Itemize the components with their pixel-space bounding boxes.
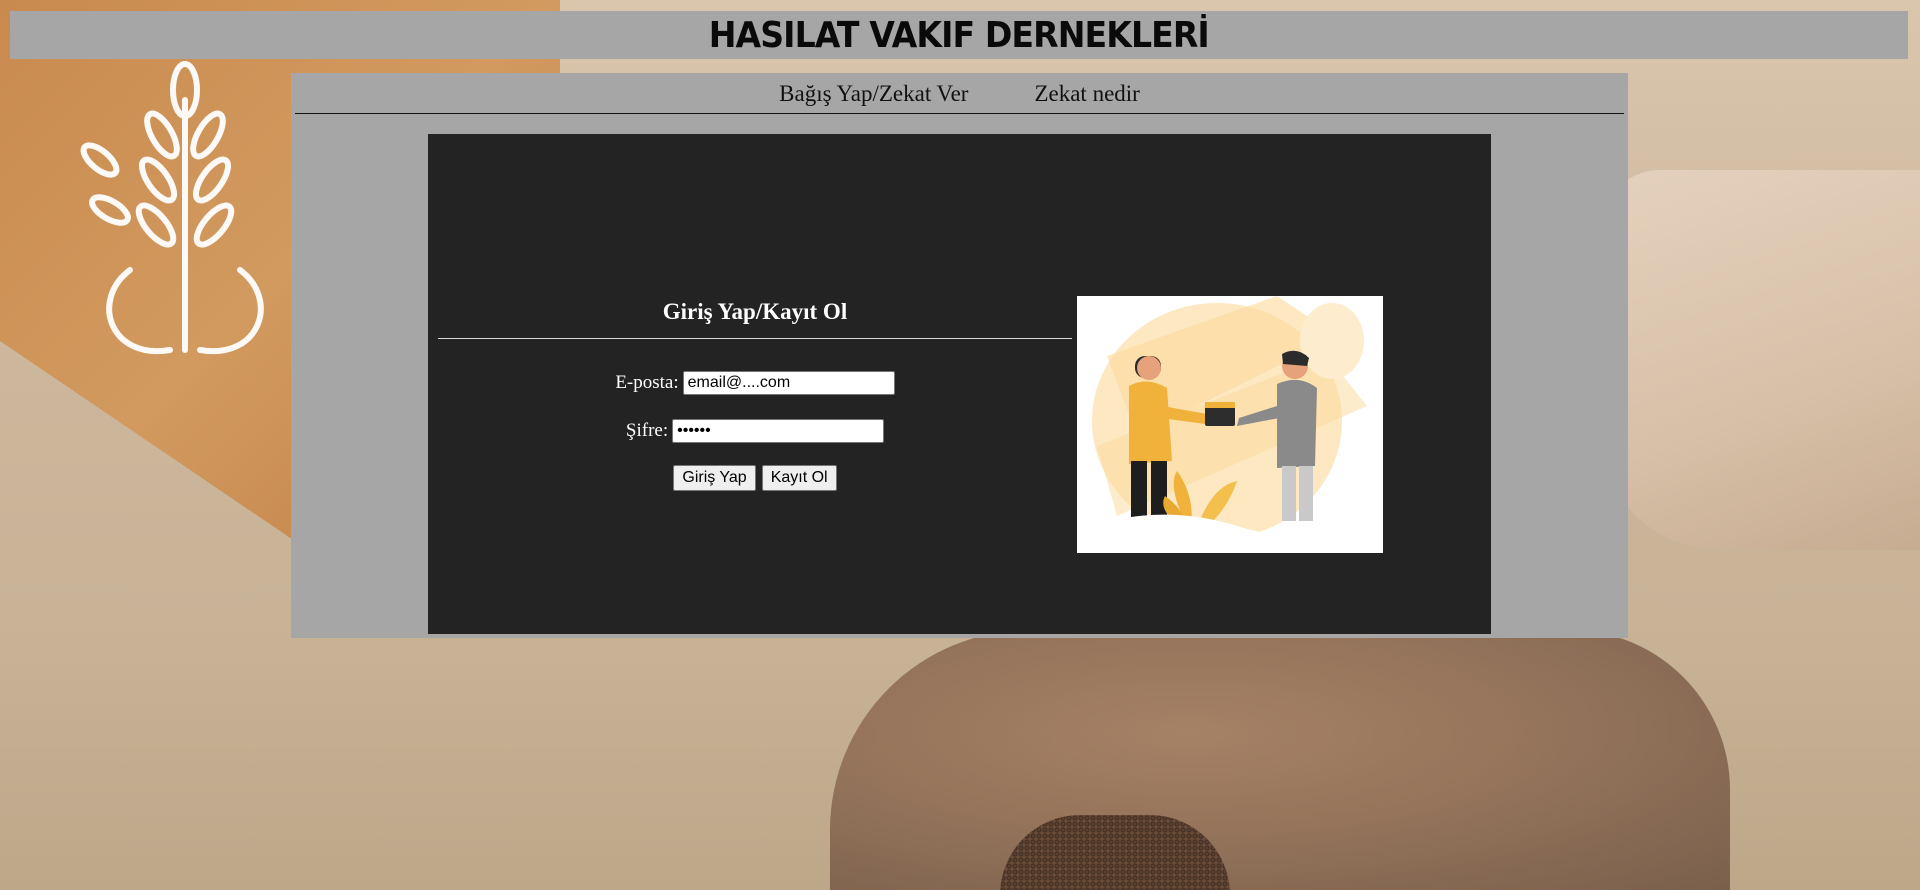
email-row: E-posta:: [438, 371, 1072, 395]
login-container: Giriş Yap/Kayıt Ol E-posta: Şifre: Giriş…: [428, 134, 1491, 634]
login-form: Giriş Yap/Kayıt Ol E-posta: Şifre: Giriş…: [438, 292, 1072, 491]
login-divider: [438, 338, 1072, 339]
wheat-icon: [80, 61, 264, 355]
email-field[interactable]: [682, 371, 895, 395]
background-hands: [830, 630, 1730, 890]
nav-link-zakat-info[interactable]: Zekat nedir: [1034, 79, 1139, 107]
login-button[interactable]: Giriş Yap: [673, 465, 756, 491]
donation-illustration: [1077, 296, 1383, 553]
background-arm: [1600, 170, 1920, 550]
password-row: Şifre:: [438, 419, 1072, 443]
nav-link-donate[interactable]: Bağış Yap/Zekat Ver: [779, 79, 968, 107]
site-title: HASILAT VAKIF DERNEKLERİ: [708, 14, 1210, 56]
nav-bar: Bağış Yap/Zekat Ver Zekat nedir: [295, 73, 1624, 114]
login-title: Giriş Yap/Kayıt Ol: [662, 299, 848, 324]
header-bar: HASILAT VAKIF DERNEKLERİ: [10, 11, 1908, 59]
donation-illustration-image: [1077, 296, 1383, 553]
password-label: Şifre:: [625, 420, 669, 441]
main-panel: Bağış Yap/Zekat Ver Zekat nedir Giriş Ya…: [291, 73, 1628, 638]
register-button[interactable]: Kayıt Ol: [761, 465, 837, 491]
form-buttons: Giriş Yap Kayıt Ol: [438, 465, 1072, 491]
email-label: E-posta:: [615, 372, 679, 393]
password-field[interactable]: [672, 419, 885, 443]
